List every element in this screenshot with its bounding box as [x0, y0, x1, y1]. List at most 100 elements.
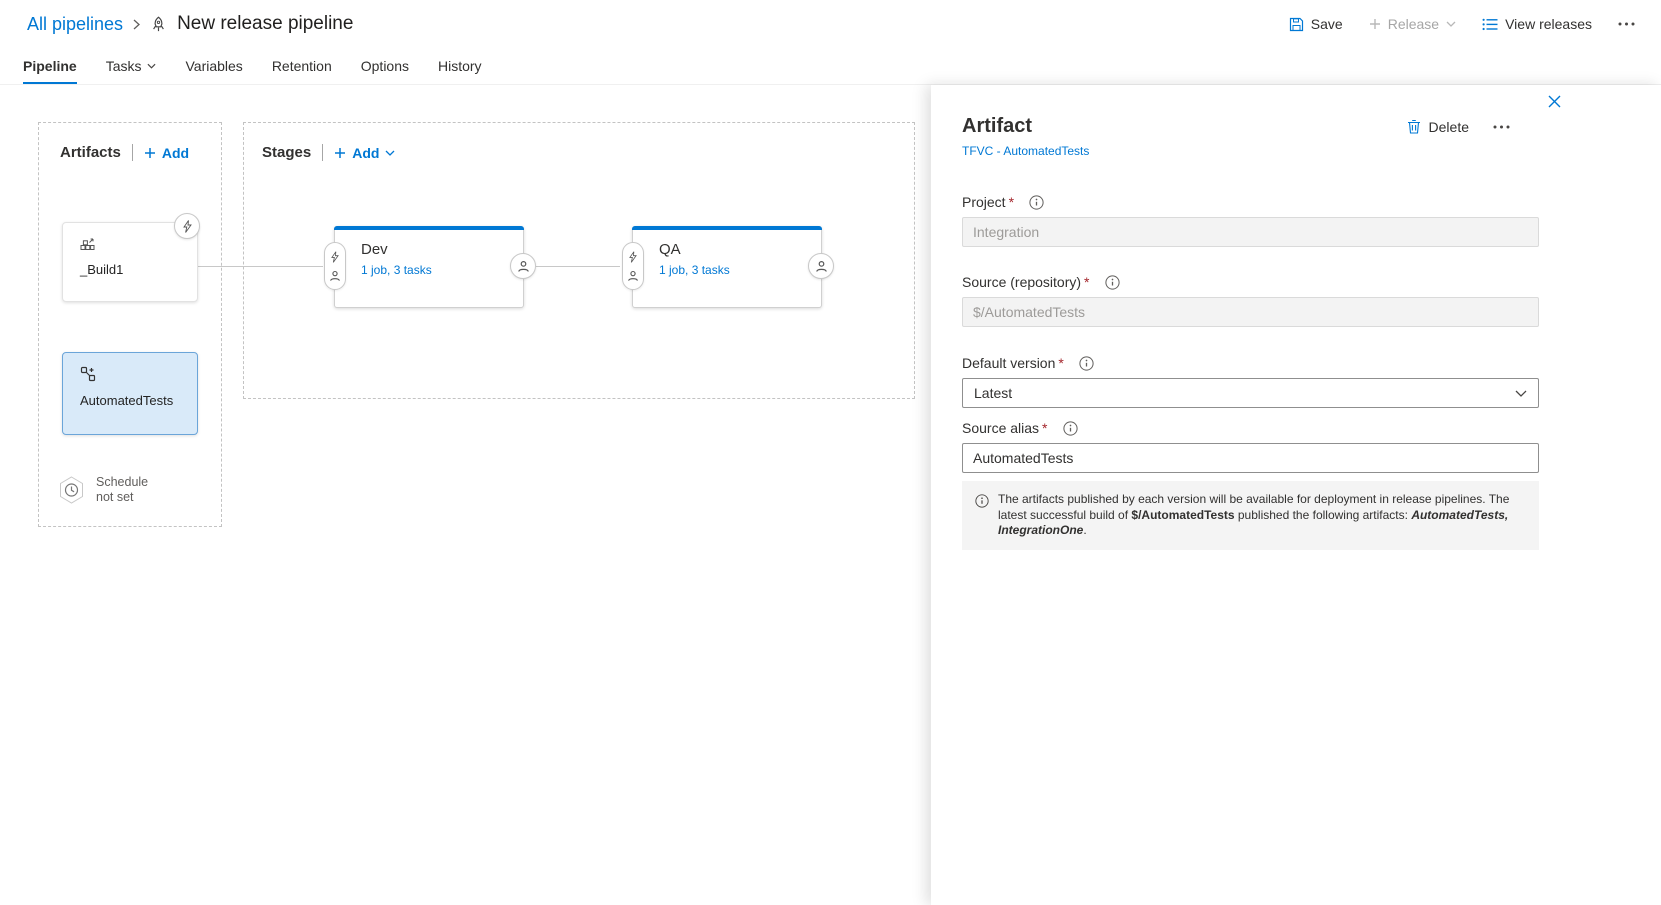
save-button[interactable]: Save [1289, 16, 1343, 32]
add-artifact-label: Add [162, 145, 189, 161]
artifact-name: AutomatedTests [80, 393, 187, 408]
artifact-source-link[interactable]: TFVC - AutomatedTests [962, 144, 1089, 158]
build-artifact-icon [80, 236, 187, 251]
dev-to-qa-connector [536, 266, 620, 267]
person-icon [329, 270, 341, 282]
panel-content: Artifact Delete [931, 85, 1661, 550]
info-message-text: The artifacts published by each version … [998, 492, 1514, 539]
tab-retention[interactable]: Retention [272, 48, 332, 84]
add-stage-label: Add [352, 145, 379, 161]
schedule-clock-icon [58, 476, 85, 504]
tab-label: Tasks [106, 58, 142, 74]
source-repository-label-row: Source (repository) * [962, 274, 1539, 290]
stages-title: Stages [262, 144, 311, 161]
person-icon [815, 260, 828, 273]
release-button[interactable]: Release [1369, 16, 1456, 32]
view-releases-button[interactable]: View releases [1482, 16, 1592, 32]
info-icon[interactable] [1029, 195, 1044, 210]
person-icon [517, 260, 530, 273]
info-icon [975, 494, 989, 539]
artifacts-title: Artifacts [60, 144, 121, 161]
post-deployment-conditions-button[interactable] [510, 253, 536, 279]
add-artifact-button[interactable]: Add [144, 145, 189, 161]
schedule-line1: Schedule [96, 475, 148, 490]
ellipsis-icon [1618, 22, 1635, 26]
project-label: Project [962, 194, 1006, 210]
stage-name: QA [659, 241, 807, 258]
header-actions: Save Release View releases [1289, 16, 1635, 32]
tab-label: Variables [185, 58, 242, 74]
source-alias-label-row: Source alias * [962, 420, 1539, 436]
source-alias-input[interactable] [962, 443, 1539, 473]
close-panel-button[interactable] [1544, 91, 1565, 112]
lightning-icon [183, 220, 192, 233]
save-icon [1289, 17, 1304, 32]
chevron-right-icon [133, 19, 140, 30]
artifact-card-build1[interactable]: _Build1 [62, 222, 198, 302]
test-artifact-icon [80, 366, 187, 382]
chevron-down-icon [385, 150, 395, 156]
pipeline-tabs: Pipeline Tasks Variables Retention Optio… [0, 48, 1661, 85]
panel-more-button[interactable] [1493, 125, 1510, 129]
artifacts-section: Artifacts Add _Build1 [38, 122, 222, 527]
stage-card-dev[interactable]: Dev 1 job, 3 tasks [334, 226, 524, 308]
release-pipeline-icon [150, 16, 167, 33]
info-icon[interactable] [1079, 356, 1094, 371]
tab-options[interactable]: Options [361, 48, 409, 84]
add-stage-button[interactable]: Add [334, 145, 395, 161]
pre-deployment-conditions-button[interactable] [622, 242, 644, 290]
project-input [962, 217, 1539, 247]
source-repository-input [962, 297, 1539, 327]
release-label: Release [1388, 16, 1439, 32]
stage-jobs-link[interactable]: 1 job, 3 tasks [361, 263, 432, 277]
info-icon[interactable] [1063, 421, 1078, 436]
artifact-card-automatedtests[interactable]: AutomatedTests [62, 352, 198, 435]
divider [132, 144, 133, 161]
chevron-down-icon [1515, 390, 1527, 397]
stages-section: Stages Add Dev 1 job, 3 tasks [243, 122, 915, 399]
lightning-icon [331, 251, 339, 263]
breadcrumb-all-pipelines[interactable]: All pipelines [27, 14, 123, 35]
tab-label: History [438, 58, 482, 74]
artifact-name: _Build1 [80, 262, 187, 277]
required-mark: * [1009, 194, 1014, 210]
trash-icon [1407, 119, 1421, 134]
post-deployment-conditions-button[interactable] [808, 253, 834, 279]
list-icon [1482, 18, 1498, 31]
continuous-deployment-trigger-button[interactable] [174, 213, 200, 239]
tab-label: Retention [272, 58, 332, 74]
info-part5: . [1083, 523, 1086, 537]
stage-body: QA 1 job, 3 tasks [633, 230, 821, 279]
schedule-trigger-button[interactable]: Schedule not set [58, 475, 148, 505]
default-version-label-row: Default version * [962, 355, 1539, 371]
required-mark: * [1084, 274, 1089, 290]
tab-variables[interactable]: Variables [185, 48, 242, 84]
stage-card-qa[interactable]: QA 1 job, 3 tasks [632, 226, 822, 308]
chevron-down-icon [1446, 21, 1456, 27]
more-button[interactable] [1618, 22, 1635, 26]
plus-icon [144, 147, 156, 159]
stage-body: Dev 1 job, 3 tasks [335, 230, 523, 279]
artifacts-header: Artifacts Add [39, 123, 221, 161]
schedule-line2: not set [96, 490, 148, 505]
close-icon [1548, 95, 1561, 108]
stage-jobs-link[interactable]: 1 job, 3 tasks [659, 263, 730, 277]
divider [322, 144, 323, 161]
tab-label: Pipeline [23, 58, 77, 74]
view-releases-label: View releases [1505, 16, 1592, 32]
delete-button[interactable]: Delete [1407, 119, 1469, 135]
breadcrumb: All pipelines New release pipeline [27, 13, 353, 35]
pre-deployment-conditions-button[interactable] [324, 242, 346, 290]
tab-tasks[interactable]: Tasks [106, 48, 157, 84]
default-version-value: Latest [974, 385, 1012, 401]
required-mark: * [1042, 420, 1047, 436]
info-part2: $/AutomatedTests [1131, 508, 1234, 522]
artifact-to-dev-connector [197, 266, 323, 267]
tab-history[interactable]: History [438, 48, 482, 84]
info-icon[interactable] [1105, 275, 1120, 290]
delete-label: Delete [1429, 119, 1469, 135]
default-version-dropdown[interactable]: Latest [962, 378, 1539, 408]
tab-label: Options [361, 58, 409, 74]
tab-pipeline[interactable]: Pipeline [23, 48, 77, 84]
stage-name: Dev [361, 241, 509, 258]
